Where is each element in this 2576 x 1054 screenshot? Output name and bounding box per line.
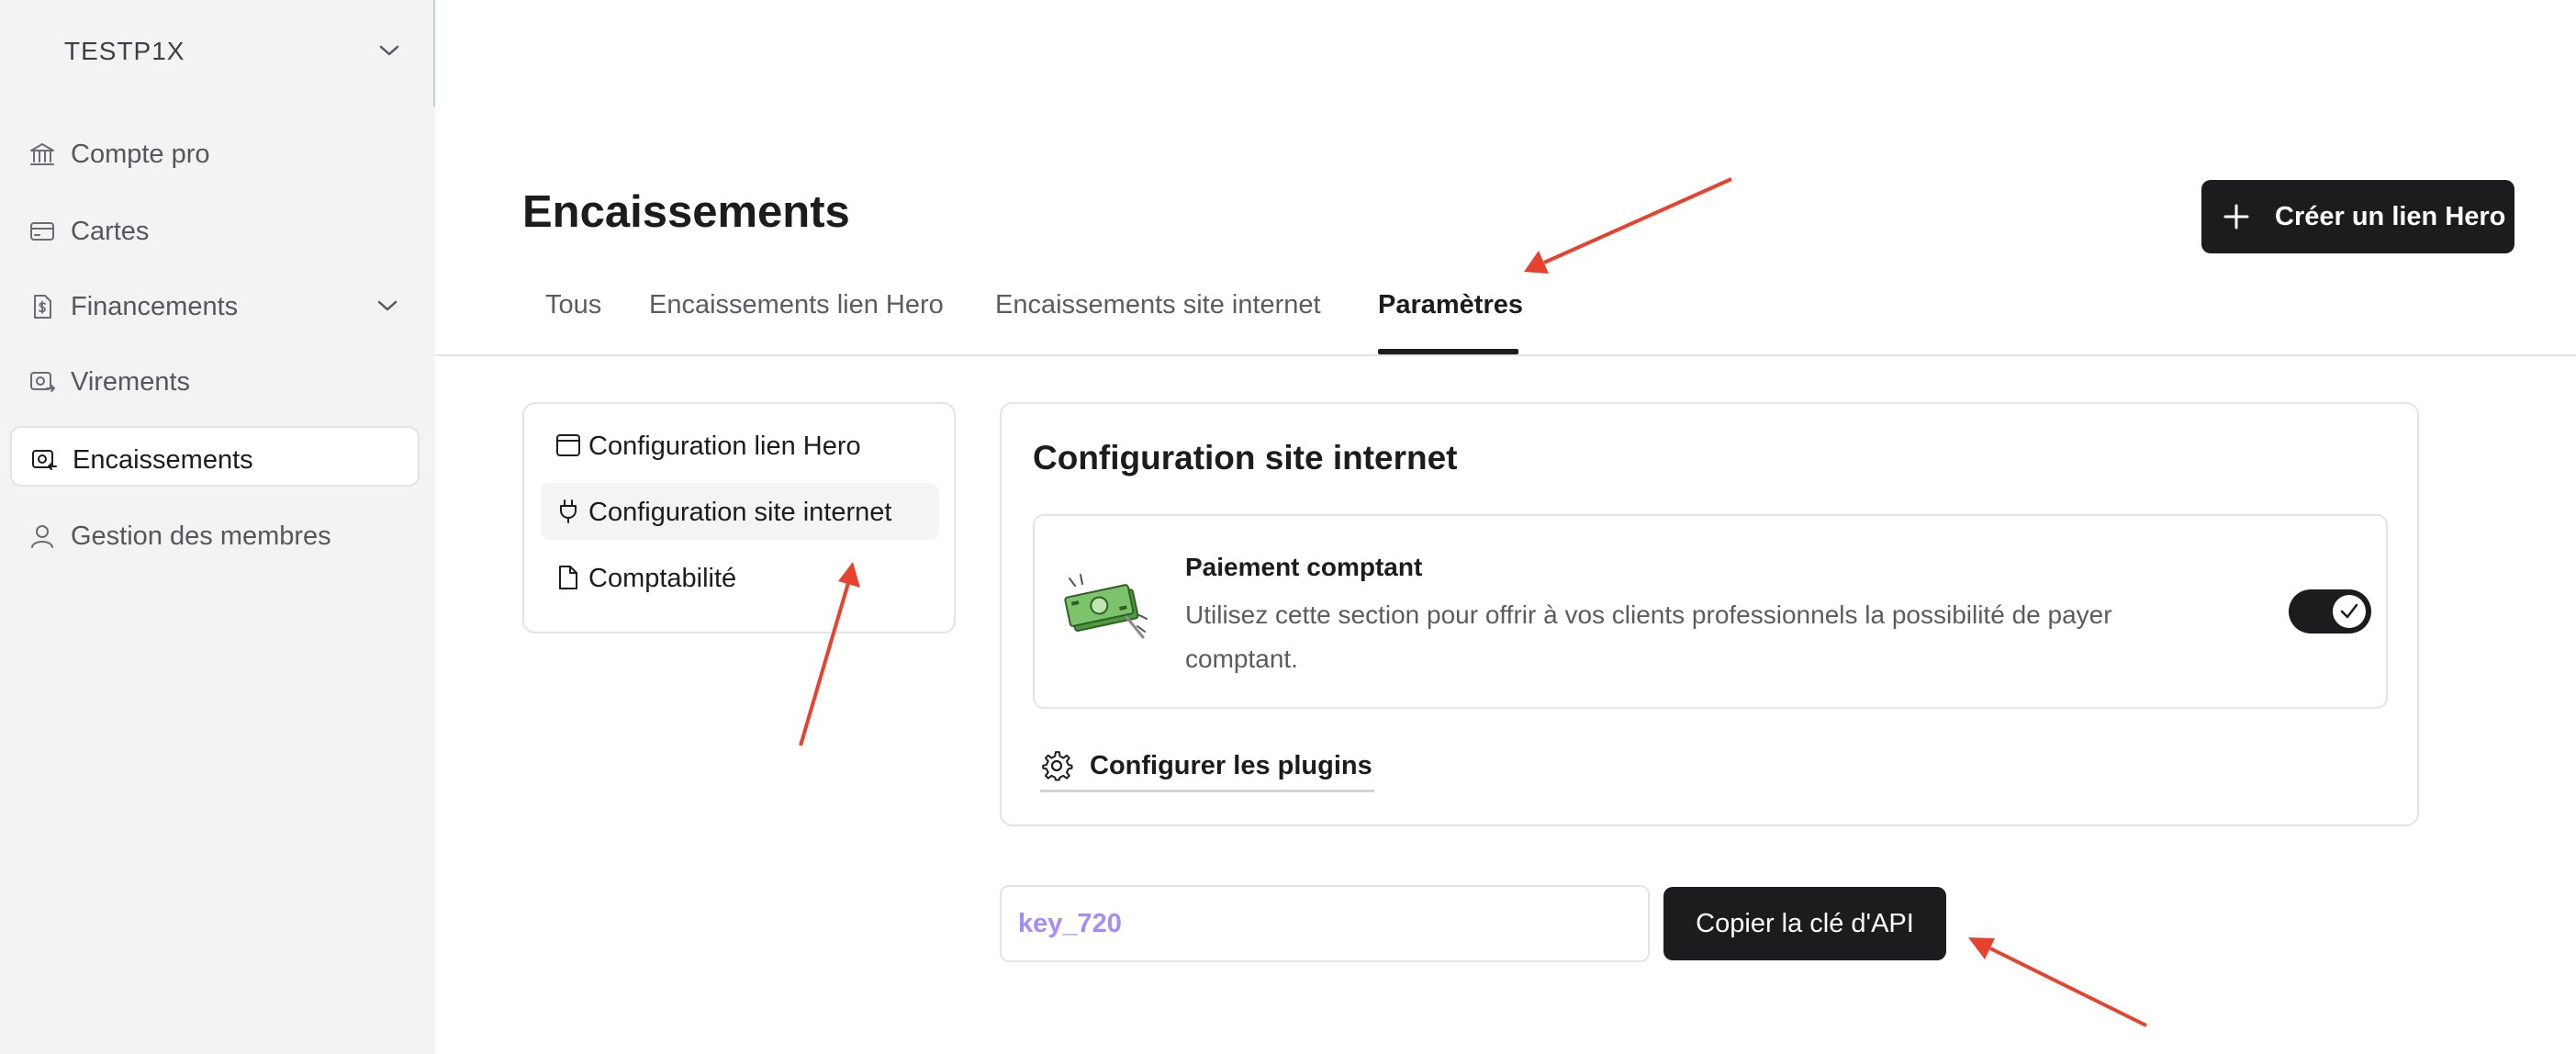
- bank-icon: [30, 143, 54, 165]
- sidebar-item-label: Cartes: [71, 217, 150, 246]
- plus-icon: [2223, 204, 2249, 230]
- settings-item-configuration-site-internet[interactable]: Configuration site internet: [541, 483, 939, 540]
- settings-item-label: Configuration site internet: [588, 498, 892, 527]
- annotation-arrow: [1524, 177, 1732, 274]
- cash-payment-title: Paiement comptant: [1185, 553, 1423, 581]
- check-icon: [2340, 603, 2358, 619]
- sidebar-item-label: Encaissements: [73, 445, 253, 475]
- sidebar-item-compte-pro[interactable]: Compte pro: [10, 122, 420, 183]
- sidebar-item-label: Compte pro: [71, 140, 210, 169]
- sidebar-item-gestion-des-membres[interactable]: Gestion des membres: [10, 504, 420, 565]
- settings-item-configuration-lien-hero[interactable]: Configuration lien Hero: [541, 417, 939, 474]
- file-icon: [559, 566, 577, 589]
- tab-tous[interactable]: Tous: [545, 290, 601, 320]
- cash-payment-description: Utilisez cette section pour offrir à vos…: [1185, 600, 2112, 673]
- settings-item-label: Comptabilité: [588, 564, 737, 593]
- configure-plugins-label: Configurer les plugins: [1090, 751, 1372, 780]
- sidebar-item-label: Virements: [71, 367, 191, 397]
- page-title: Encaissements: [522, 187, 850, 237]
- sidebar-item-virements[interactable]: Virements: [10, 350, 420, 410]
- create-hero-link-label: Créer un lien Hero: [2275, 202, 2506, 231]
- chevron-down-icon: [379, 45, 399, 56]
- org-name: TESTP1X: [64, 37, 185, 65]
- gear-icon: [1042, 751, 1073, 781]
- cash-register-icon: [32, 450, 57, 470]
- browser-icon: [556, 434, 580, 456]
- card-icon: [30, 222, 54, 241]
- chevron-down-icon: [377, 300, 398, 311]
- tab-encaissements-site-internet[interactable]: Encaissements site internet: [995, 290, 1321, 320]
- cash-payment-toggle[interactable]: [2289, 589, 2371, 634]
- sidebar: TESTP1X Compte pro Cartes Financements V…: [0, 0, 435, 1054]
- sidebar-item-cartes[interactable]: Cartes: [10, 199, 420, 260]
- tab-encaissements-lien-hero[interactable]: Encaissements lien Hero: [649, 290, 944, 320]
- create-hero-link-button[interactable]: Créer un lien Hero: [2201, 180, 2514, 253]
- link-underline: [1040, 790, 1374, 792]
- transfer-icon: [30, 372, 55, 392]
- cash-payment-panel: Paiement comptant Utilisez cette section…: [1033, 514, 2388, 709]
- api-key-field[interactable]: [1000, 885, 1650, 962]
- settings-menu: Configuration lien Hero Configuration si…: [522, 402, 956, 634]
- settings-item-label: Configuration lien Hero: [588, 432, 861, 461]
- org-switcher[interactable]: TESTP1X: [0, 0, 435, 107]
- sidebar-item-label: Gestion des membres: [71, 521, 331, 551]
- document-dollar-icon: [34, 295, 51, 319]
- tabs-divider: [435, 354, 2576, 356]
- sidebar-item-financements[interactable]: Financements: [10, 275, 420, 335]
- settings-item-comptabilite[interactable]: Comptabilité: [541, 549, 939, 606]
- user-icon: [31, 525, 53, 548]
- cash-money-icon: [1064, 574, 1148, 639]
- website-config-card: Configuration site internet Paiement com…: [1000, 402, 2419, 826]
- toggle-knob: [2333, 595, 2366, 628]
- copy-api-key-button[interactable]: Copier la clé d'API: [1663, 887, 1946, 960]
- annotation-arrow: [1968, 937, 2147, 1027]
- sidebar-item-encaissements[interactable]: Encaissements: [10, 426, 420, 487]
- tab-parametres[interactable]: Paramètres: [1378, 290, 1523, 320]
- config-title: Configuration site internet: [1033, 439, 1458, 477]
- plug-icon: [560, 499, 577, 523]
- sidebar-item-label: Financements: [71, 292, 239, 321]
